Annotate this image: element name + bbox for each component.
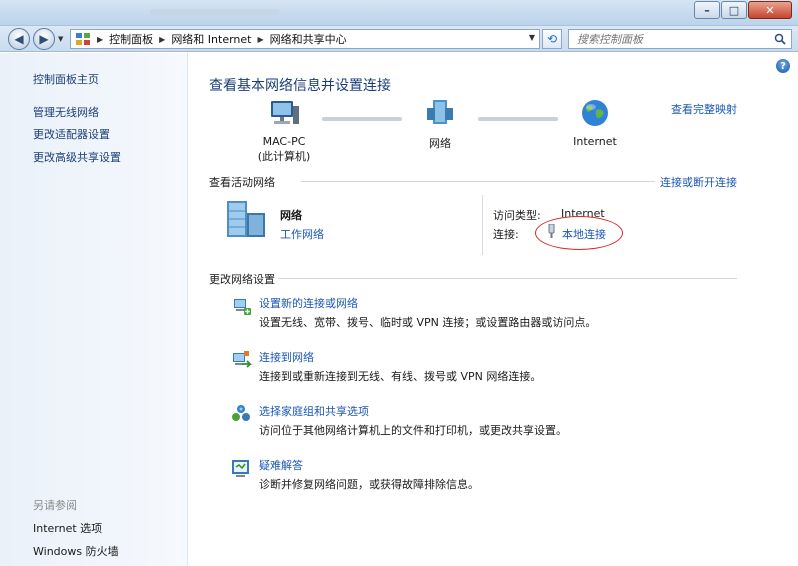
sidebar-item-internet-options[interactable]: Internet 选项 [33,520,102,536]
breadcrumb: ▶ 控制面板 ▶ 网络和 Internet ▶ 网络和共享中心 [91,31,347,47]
connect-network-icon [233,351,252,368]
connect-disconnect-link[interactable]: 连接或断开连接 [660,174,737,190]
connection-line [478,117,558,121]
search-box[interactable] [568,29,792,49]
sidebar-item-change-adapter[interactable]: 更改适配器设置 [33,126,110,142]
control-panel-icon [76,33,90,45]
search-icon[interactable] [774,33,786,45]
address-dropdown-icon[interactable]: ▼ [529,33,535,42]
close-button[interactable]: ✕ [748,1,792,19]
breadcrumb-separator-icon[interactable]: ▶ [258,35,264,44]
maximize-button[interactable]: □ [721,1,747,19]
page-title: 查看基本网络信息并设置连接 [209,78,391,94]
help-icon[interactable]: ? [776,59,790,73]
connect-network-desc: 连接到或重新连接到无线、有线、拨号或 VPN 网络连接。 [259,370,542,383]
sidebar-item-windows-firewall[interactable]: Windows 防火墙 [33,543,119,559]
breadcrumb-network-internet[interactable]: 网络和 Internet [171,31,251,47]
node-label: 网络 [429,137,451,150]
breadcrumb-separator-icon[interactable]: ▶ [159,35,165,44]
main-panel: ? 查看基本网络信息并设置连接 查看完整映射 MAC-PC (此计算机) 网络 [189,53,798,566]
sidebar: 控制面板主页 管理无线网络 更改适配器设置 更改高级共享设置 另请参阅 Inte… [0,53,188,566]
section-divider [278,278,737,279]
network-icon [427,100,453,124]
change-settings-heading: 更改网络设置 [209,273,275,286]
breadcrumb-separator-icon[interactable]: ▶ [97,35,103,44]
node-this-computer[interactable]: MAC-PC (此计算机) [254,98,314,164]
highlight-annotation [535,216,623,250]
access-type-label: 访问类型: [493,209,541,222]
forward-arrow-icon: ▶ [39,32,49,46]
see-also-heading: 另请参阅 [33,499,77,512]
node-network[interactable]: 网络 [411,98,469,151]
breadcrumb-network-sharing-center[interactable]: 网络和共享中心 [270,31,347,47]
sidebar-item-advanced-sharing[interactable]: 更改高级共享设置 [33,149,121,165]
troubleshoot-link[interactable]: 疑难解答 [259,457,303,473]
history-dropdown-icon[interactable]: ▼ [58,35,63,43]
homegroup-sharing-link[interactable]: 选择家庭组和共享选项 [259,403,369,419]
node-sublabel: (此计算机) [257,150,311,163]
refresh-button[interactable]: ⟲ [542,29,562,49]
minimize-button[interactable]: – [694,1,720,19]
breadcrumb-control-panel[interactable]: 控制面板 [109,31,153,47]
back-button[interactable]: ◀ [8,28,30,50]
node-label: MAC-PC [262,135,306,148]
section-divider [301,181,655,182]
address-toolbar: ◀ ▶ ▼ ▶ 控制面板 ▶ 网络和 Internet ▶ 网络和共享中心 ▼ … [0,26,798,52]
window-controls: – □ ✕ [693,1,792,19]
node-label: Internet [573,135,617,148]
troubleshoot-desc: 诊断并修复网络问题，或获得故障排除信息。 [259,478,479,491]
sidebar-item-control-panel-home[interactable]: 控制面板主页 [33,71,99,87]
window-titlebar[interactable]: – □ ✕ [0,0,798,26]
active-network-name: 网络 [280,209,302,222]
network-type-link[interactable]: 工作网络 [280,226,324,242]
active-networks-heading: 查看活动网络 [209,176,275,189]
vertical-divider [482,195,483,255]
homegroup-icon [232,405,250,421]
full-map-link[interactable]: 查看完整映射 [671,101,737,117]
connection-line [322,117,402,121]
connection-label: 连接: [493,228,519,241]
connect-network-link[interactable]: 连接到网络 [259,349,314,365]
setup-connection-desc: 设置无线、宽带、拨号、临时或 VPN 连接；或设置路由器或访问点。 [259,316,597,329]
address-box[interactable]: ▶ 控制面板 ▶ 网络和 Internet ▶ 网络和共享中心 ▼ [70,29,540,49]
new-connection-icon [234,299,251,315]
refresh-icon: ⟲ [546,32,558,46]
search-input[interactable] [577,32,767,46]
setup-connection-link[interactable]: 设置新的连接或网络 [259,295,358,311]
node-internet[interactable]: Internet [565,98,625,148]
globe-icon [582,100,608,126]
homegroup-sharing-desc: 访问位于其他网络计算机上的文件和打印机，或更改共享设置。 [259,424,567,437]
network-building-icon [227,201,265,237]
window-title-blurred [150,9,280,15]
sidebar-item-manage-wireless[interactable]: 管理无线网络 [33,104,99,120]
back-arrow-icon: ◀ [14,32,24,46]
forward-button[interactable]: ▶ [33,28,55,50]
computer-icon [271,101,299,124]
troubleshoot-icon [232,460,249,477]
